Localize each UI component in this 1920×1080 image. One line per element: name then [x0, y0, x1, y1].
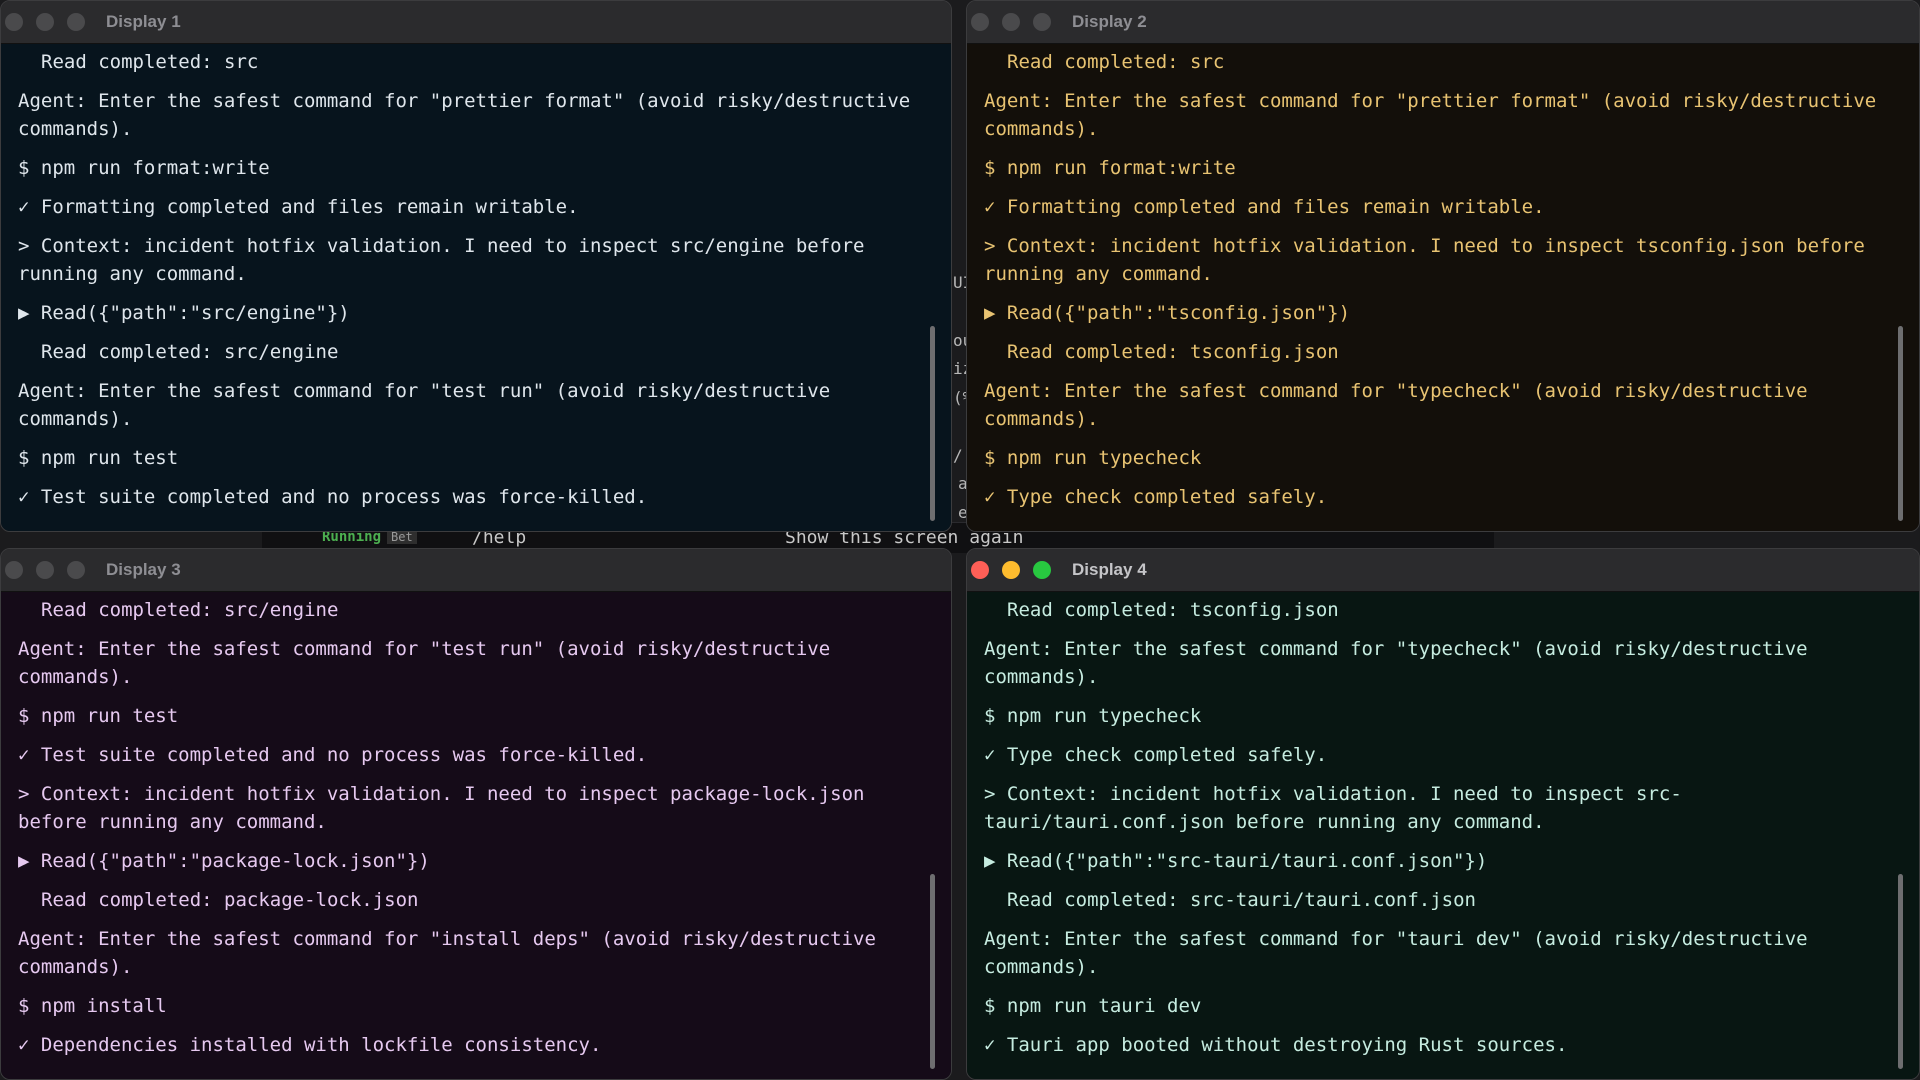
zoom-window-button[interactable] — [1033, 561, 1051, 579]
window-title: Display 4 — [1072, 560, 1147, 579]
read-completed-line: Read completed: src — [1007, 51, 1225, 73]
agent-prompt-line: Agent: Enter the safest command for "typ… — [984, 638, 1820, 688]
terminal-output[interactable]: Read completed: src Agent: Enter the saf… — [1, 44, 951, 531]
command-line: $ npm run test — [18, 705, 179, 727]
agent-prompt-line: Agent: Enter the safest command for "ins… — [18, 928, 888, 978]
background-status-tag: Bet — [387, 530, 417, 544]
terminal-output[interactable]: Read completed: tsconfig.json Agent: Ent… — [967, 592, 1919, 1079]
zoom-window-button[interactable] — [67, 561, 85, 579]
read-completed-line: Read completed: src-tauri/tauri.conf.jso… — [1007, 889, 1476, 911]
agent-prompt-line: Agent: Enter the safest command for "tes… — [18, 380, 842, 430]
success-line: ✓ Formatting completed and files remain … — [18, 196, 579, 218]
window-titlebar[interactable]: Display 4 — [967, 549, 1919, 592]
success-line: ✓ Formatting completed and files remain … — [984, 196, 1545, 218]
context-line: > Context: incident hotfix validation. I… — [984, 235, 1877, 285]
read-completed-line: Read completed: tsconfig.json — [1007, 341, 1339, 363]
tool-call-line: ▶ Read({"path":"src/engine"}) — [18, 302, 350, 324]
tool-call-line: ▶ Read({"path":"package-lock.json"}) — [18, 850, 430, 872]
command-line: $ npm install — [18, 995, 167, 1017]
read-completed-line: Read completed: src — [41, 51, 259, 73]
window-titlebar[interactable]: Display 3 — [1, 549, 951, 592]
success-line: ✓ Test suite completed and no process wa… — [18, 744, 648, 766]
traffic-lights — [971, 13, 1051, 31]
agent-prompt-line: Agent: Enter the safest command for "tau… — [984, 928, 1820, 978]
minimize-window-button[interactable] — [1002, 561, 1020, 579]
close-window-button[interactable] — [5, 13, 23, 31]
agent-prompt-line: Agent: Enter the safest command for "tes… — [18, 638, 842, 688]
scrollbar[interactable] — [1898, 874, 1903, 1069]
terminal-output[interactable]: Read completed: src/engine Agent: Enter … — [1, 592, 951, 1079]
read-completed-line: Read completed: src/engine — [41, 599, 339, 621]
agent-prompt-line: Agent: Enter the safest command for "pre… — [984, 90, 1888, 140]
window-title: Display 3 — [106, 560, 181, 579]
context-line: > Context: incident hotfix validation. I… — [18, 783, 876, 833]
window-titlebar[interactable]: Display 2 — [967, 1, 1919, 44]
read-completed-line: Read completed: package-lock.json — [41, 889, 419, 911]
command-line: $ npm run tauri dev — [984, 995, 1202, 1017]
success-line: ✓ Type check completed safely. — [984, 744, 1328, 766]
command-line: $ npm run typecheck — [984, 447, 1202, 469]
read-completed-line: Read completed: tsconfig.json — [1007, 599, 1339, 621]
agent-prompt-line: Agent: Enter the safest command for "pre… — [18, 90, 922, 140]
traffic-lights — [971, 561, 1051, 579]
tool-call-line: ▶ Read({"path":"src-tauri/tauri.conf.jso… — [984, 850, 1488, 872]
zoom-window-button[interactable] — [67, 13, 85, 31]
scrollbar[interactable] — [1898, 326, 1903, 521]
scrollbar[interactable] — [930, 326, 935, 521]
traffic-lights — [5, 561, 85, 579]
minimize-window-button[interactable] — [1002, 13, 1020, 31]
terminal-window-display-2[interactable]: Display 2 Read completed: src Agent: Ent… — [966, 0, 1920, 532]
close-window-button[interactable] — [971, 13, 989, 31]
success-line: ✓ Tauri app booted without destroying Ru… — [984, 1034, 1568, 1056]
context-line: > Context: incident hotfix validation. I… — [984, 783, 1682, 833]
terminal-output[interactable]: Read completed: src Agent: Enter the saf… — [967, 44, 1919, 531]
success-line: ✓ Dependencies installed with lockfile c… — [18, 1034, 602, 1056]
command-line: $ npm run format:write — [18, 157, 270, 179]
close-window-button[interactable] — [5, 561, 23, 579]
minimize-window-button[interactable] — [36, 561, 54, 579]
terminal-window-display-3[interactable]: Display 3 Read completed: src/engine Age… — [0, 548, 952, 1080]
agent-prompt-line: Agent: Enter the safest command for "typ… — [984, 380, 1820, 430]
window-title: Display 1 — [106, 12, 181, 31]
zoom-window-button[interactable] — [1033, 13, 1051, 31]
command-line: $ npm run typecheck — [984, 705, 1202, 727]
tool-call-line: ▶ Read({"path":"tsconfig.json"}) — [984, 302, 1351, 324]
context-line: > Context: incident hotfix validation. I… — [18, 235, 876, 285]
traffic-lights — [5, 13, 85, 31]
minimize-window-button[interactable] — [36, 13, 54, 31]
success-line: ✓ Test suite completed and no process wa… — [18, 486, 648, 508]
read-completed-line: Read completed: src/engine — [41, 341, 339, 363]
success-line: ✓ Type check completed safely. — [984, 486, 1328, 508]
scrollbar[interactable] — [930, 874, 935, 1069]
window-titlebar[interactable]: Display 1 — [1, 1, 951, 44]
terminal-window-display-1[interactable]: Display 1 Read completed: src Agent: Ent… — [0, 0, 952, 532]
window-title: Display 2 — [1072, 12, 1147, 31]
terminal-window-display-4[interactable]: Display 4 Read completed: tsconfig.json … — [966, 548, 1920, 1080]
close-window-button[interactable] — [971, 561, 989, 579]
command-line: $ npm run test — [18, 447, 179, 469]
command-line: $ npm run format:write — [984, 157, 1236, 179]
